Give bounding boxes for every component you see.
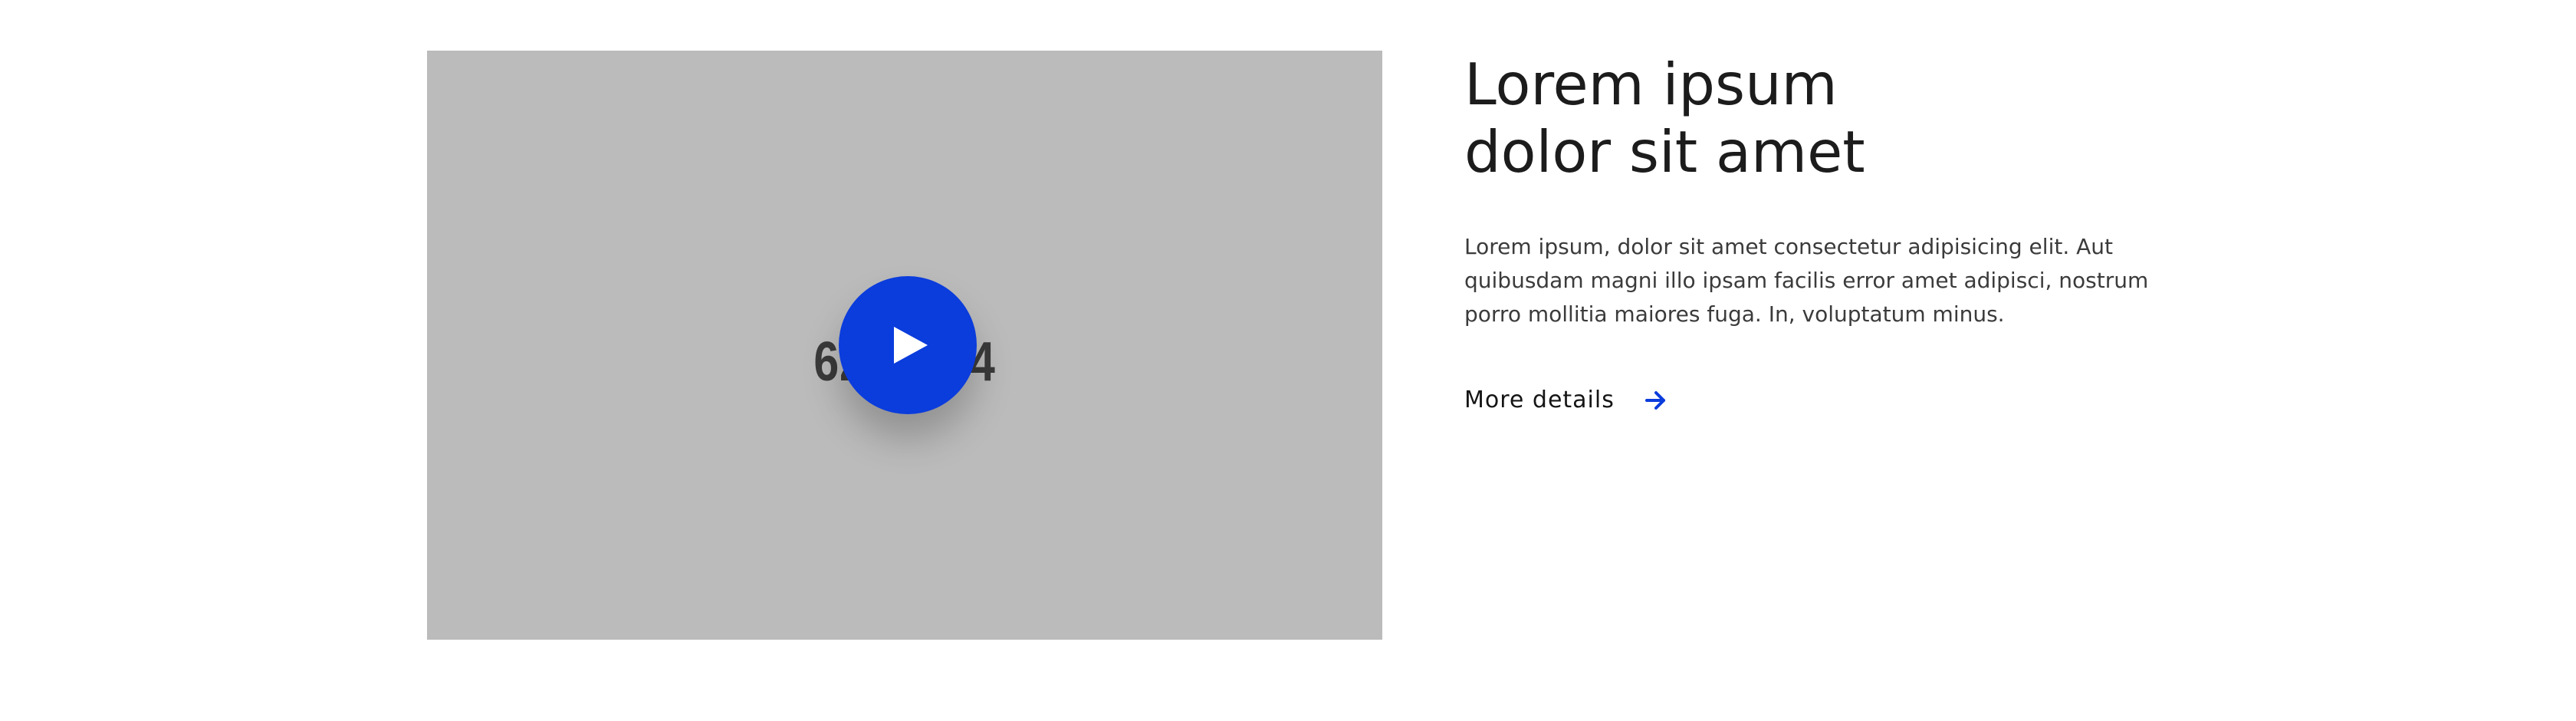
play-icon <box>894 327 928 364</box>
play-button[interactable] <box>839 276 977 414</box>
more-details-link[interactable]: More details <box>1464 387 1667 413</box>
more-details-label: More details <box>1464 387 1615 413</box>
arrow-right-icon <box>1644 390 1667 410</box>
video-placeholder: 620×384 <box>427 51 1382 640</box>
section-description: Lorem ipsum, dolor sit amet consectetur … <box>1464 234 2149 327</box>
section-title: Lorem ipsum dolor sit amet <box>1464 51 1865 186</box>
content-section: Lorem ipsum dolor sit amet Lorem ipsum, … <box>1464 51 2231 413</box>
